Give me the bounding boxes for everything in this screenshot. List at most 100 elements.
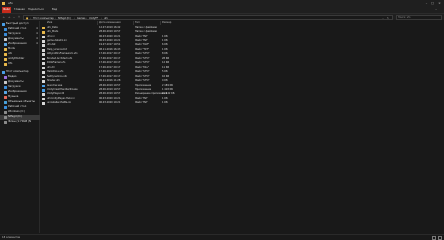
file-row[interactable]: ufo.dll 17.06.2017 20:17 Файл "DLL" 11 КБ	[41, 66, 221, 70]
file-size: 21 642 КБ	[162, 92, 175, 96]
file-row[interactable]: uninstaller-HelBa.ini 06.03.2020 10:21 Фай…	[41, 101, 221, 106]
minimize-button[interactable]: –	[424, 1, 429, 6]
file-name: AlDynAttrsFramework.ufo	[47, 52, 78, 56]
up-icon[interactable]: ↑	[17, 15, 21, 20]
file-row[interactable]: Bonded.Architect.ufo 17.06.2017 20:17 Файл…	[41, 57, 221, 61]
folder-icon	[42, 31, 45, 34]
file-type: Файл "INI"	[135, 96, 148, 100]
file-icon	[42, 66, 45, 70]
refresh-icon[interactable]: ↻	[387, 17, 389, 21]
search-input[interactable]: Поиск: ufo	[396, 15, 442, 20]
file-name: ufo.dll	[47, 65, 55, 69]
folder-icon	[4, 58, 7, 61]
column-type[interactable]: Тип	[135, 21, 140, 25]
pin-icon: ✱	[35, 27, 38, 30]
file-type: Файл "UFO"	[135, 79, 150, 83]
file-type: Файл "INI"	[135, 101, 148, 105]
close-button[interactable]: ×	[437, 1, 442, 6]
column-size[interactable]: Размер	[162, 21, 171, 25]
file-date: 06.11.2016 11:28	[99, 79, 121, 83]
file-row[interactable]: ufo_Mods 28.06.2019 10:57 Папка с файлами	[41, 30, 221, 34]
status-bar: 18 элементов	[0, 234, 444, 240]
3d-objects-icon	[4, 101, 7, 104]
file-type: Файл "INI"	[135, 39, 148, 43]
computer-icon	[2, 71, 5, 74]
download-icon	[4, 33, 7, 36]
documents-icon	[4, 38, 7, 41]
file-type: Файл "DLL"	[135, 65, 150, 69]
pin-icon: ✱	[35, 42, 38, 45]
file-row[interactable]: DOGFramer.ufo 17.06.2017 20:17 Файл "UFO" 1…	[41, 61, 221, 66]
sidebar-item-label: Рабочий стол	[8, 27, 27, 30]
desktop-icon	[4, 106, 7, 109]
file-type: Приложение	[135, 83, 152, 87]
file-type: Файл "TXT"	[135, 47, 150, 51]
breadcrumb-unityff[interactable]: UnityFF	[89, 17, 98, 21]
file-icon	[42, 48, 45, 52]
sidebar-item-label: Изображения	[8, 90, 27, 93]
file-row[interactable]: ufo.dat 19.07.2017 19:51 Файл "DAT" 6 КБ	[41, 44, 221, 48]
file-row[interactable]: HelloDLLs.ufo 17.06.2017 20:17 Файл "UFO" 5…	[41, 70, 221, 75]
breadcrumb-drive[interactable]: Ntfsgd (D:)	[58, 17, 71, 21]
address-bar[interactable]: ■ › Этот компьютер › Ntfsgd (D:) › Games…	[23, 15, 393, 20]
file-icon	[42, 71, 45, 74]
column-date[interactable]: Дата изменения	[99, 21, 121, 25]
file-row[interactable]: ufo_Data 12.07.2019 16:42 Папка с файлами	[41, 26, 221, 30]
file-date: 06.03.2020 10:21	[99, 96, 121, 100]
download-icon	[4, 86, 7, 89]
file-name: ufo.ini	[47, 34, 55, 38]
column-name[interactable]: Имя	[47, 21, 52, 25]
maximize-button[interactable]: □	[430, 1, 435, 6]
file-date: 17.06.2017 20:17	[99, 56, 121, 60]
file-row[interactable]: game.data01.ini 06.03.2020 10:21 Файл "INI…	[41, 39, 221, 43]
file-date: 28.06.2019 10:57	[99, 83, 121, 87]
pictures-icon	[4, 43, 7, 46]
file-icon	[42, 80, 45, 83]
file-date: 06.03.2020 10:21	[99, 39, 121, 43]
file-type: Файл "UFO"	[135, 70, 150, 74]
sidebar-item[interactable]: Флэш (1:70GB (N	[0, 120, 40, 125]
sidebar-item-label: Этот компьютер	[6, 70, 29, 73]
file-row[interactable]: UnityCrashHandler64.exe 28.06.2019 10:57 П…	[41, 88, 221, 92]
details-view-icon[interactable]	[432, 236, 436, 240]
desktop-icon	[4, 28, 7, 31]
sidebar-item-label: Ufo	[8, 62, 13, 65]
file-name: UnityPlayer.dll	[47, 92, 65, 96]
folder-icon: ■	[26, 16, 29, 20]
app-icon	[42, 84, 45, 88]
item-count: 18 элементов	[2, 235, 21, 239]
drive-icon	[4, 111, 7, 114]
large-icons-view-icon[interactable]	[438, 236, 442, 240]
sidebar-item-label: Ntfsgd (D:)	[8, 115, 23, 118]
breadcrumb-games[interactable]: Games	[77, 17, 85, 21]
file-type: Папка с файлами	[135, 25, 157, 29]
breadcrumb-ufo[interactable]: ufo	[104, 17, 108, 21]
file-date: 17.06.2017 20:17	[99, 52, 121, 56]
file-row[interactable]: Shader.ufo 06.11.2016 11:28 Файл "UFO" 4 КБ	[41, 79, 221, 83]
dropdown-icon[interactable]: ⌄	[382, 17, 384, 21]
file-name: HelloDLLs.ufo	[47, 70, 64, 74]
breadcrumb-this-pc[interactable]: Этот компьютер	[33, 17, 54, 21]
file-icon	[42, 57, 45, 61]
file-size: 5 КБ	[162, 70, 168, 74]
folder-icon	[4, 48, 7, 51]
file-size: 4 КБ	[162, 79, 168, 83]
file-icon	[42, 44, 45, 48]
file-row[interactable]: SelDynamics.ufo 17.06.2017 20:17 Файл "UFO…	[41, 75, 221, 79]
file-icon	[42, 75, 45, 79]
back-icon[interactable]: ←	[2, 15, 6, 20]
forward-icon[interactable]: →	[7, 15, 11, 20]
file-row[interactable]: ufo.ini 06.03.2020 10:21 Файл "INI" 1 КБ	[41, 35, 221, 39]
file-size: 11 КБ	[162, 65, 170, 69]
file-type: Файл "INI"	[135, 34, 148, 38]
music-icon	[4, 96, 7, 99]
file-name: Bonded.Architect.ufo	[47, 56, 73, 60]
file-size: 1 КБ	[162, 34, 168, 38]
sidebar-item[interactable]: Ufo	[0, 62, 40, 67]
file-date: 17.06.2017 20:17	[99, 74, 121, 78]
file-name: launcher.exe	[47, 83, 63, 87]
file-size: 1 КБ	[162, 39, 168, 43]
file-name: Shader.ufo	[47, 79, 60, 83]
recent-locations-icon[interactable]: ⌄	[12, 15, 16, 20]
file-date: 17.06.2017 20:17	[99, 70, 121, 74]
